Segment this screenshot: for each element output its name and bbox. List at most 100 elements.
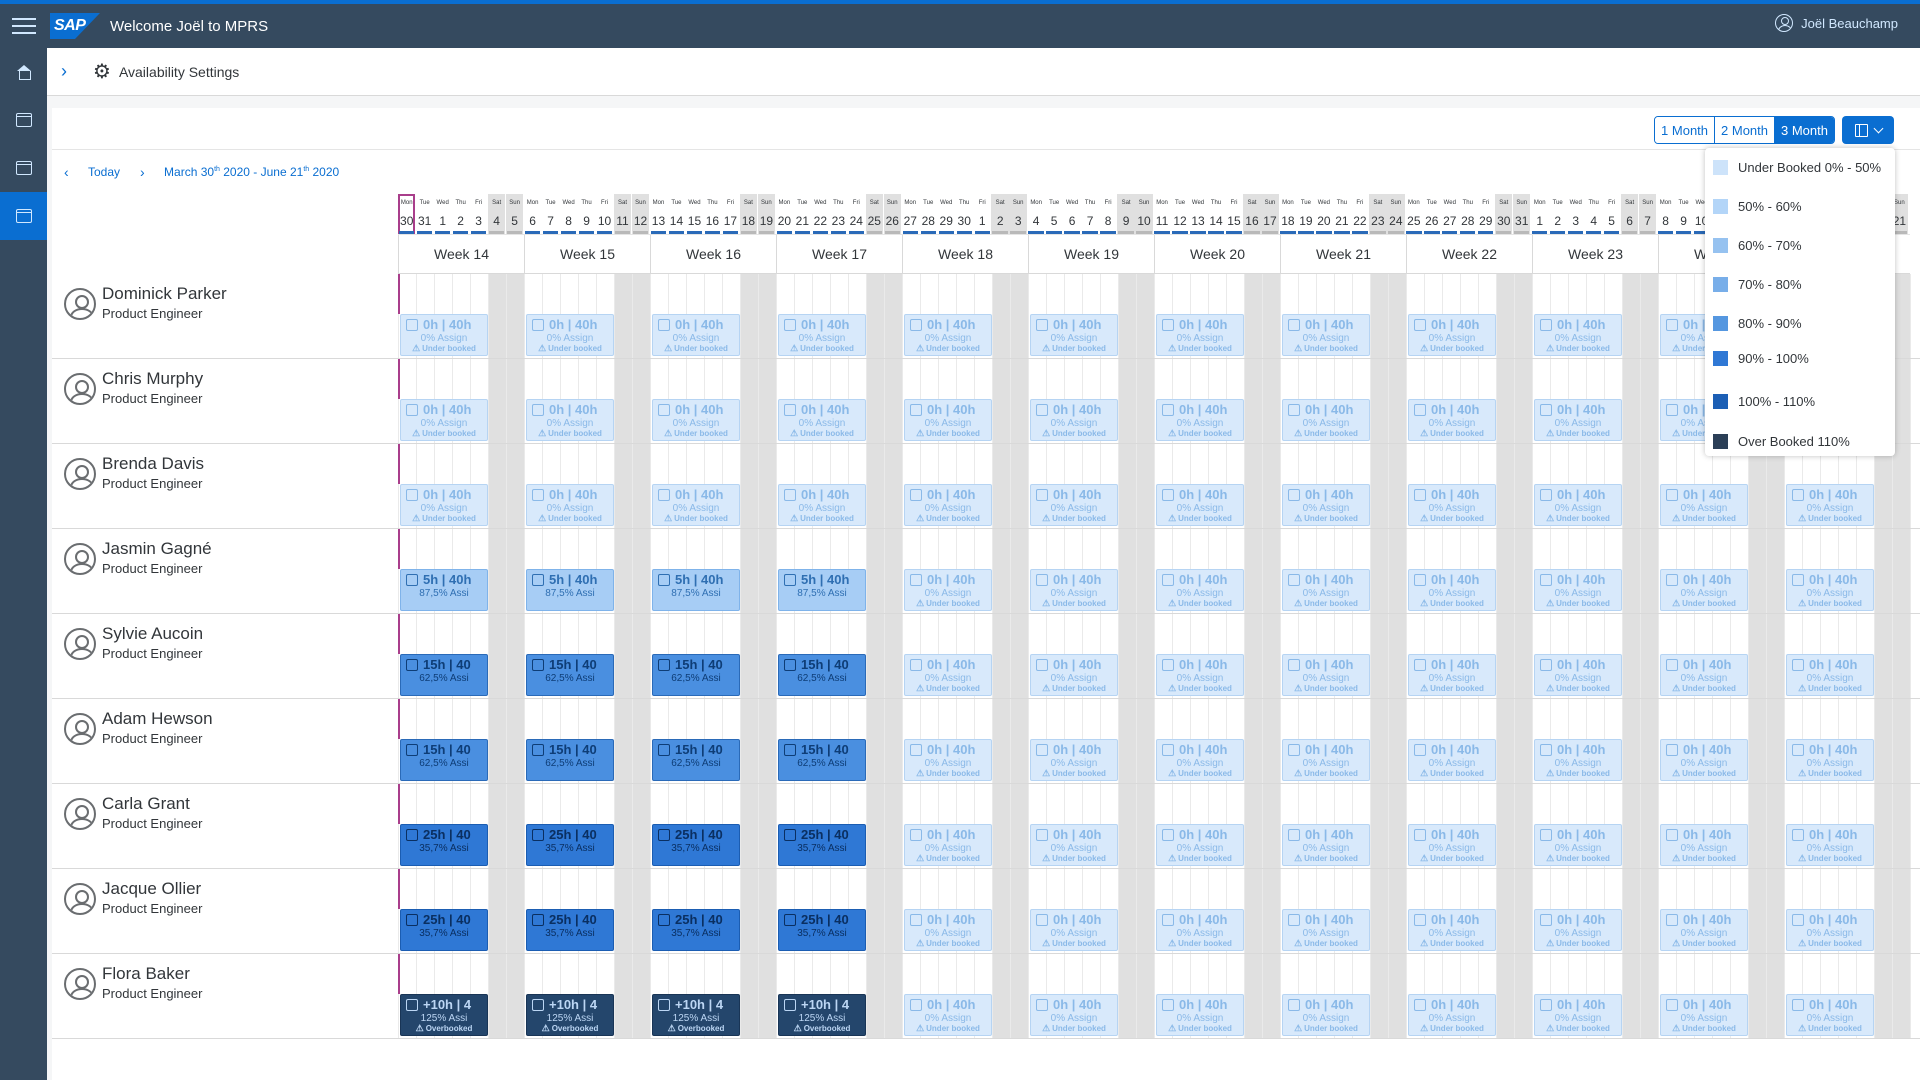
- booking-block[interactable]: 0h | 40h0% Assign⚠Under booked: [1786, 824, 1874, 866]
- day-cell[interactable]: [1136, 359, 1154, 443]
- day-cell[interactable]: [1010, 614, 1028, 698]
- booking-block[interactable]: 25h | 40 35,7% Assi: [526, 909, 614, 951]
- booking-block[interactable]: 0h | 40h0% Assign⚠Under booked: [1786, 569, 1874, 611]
- day-cell[interactable]: [1910, 699, 1920, 783]
- day-cell[interactable]: [1514, 784, 1532, 868]
- booking-block[interactable]: 0h | 40h0% Assign⚠Under booked: [1030, 909, 1118, 951]
- menu-icon[interactable]: [0, 4, 48, 48]
- booking-block[interactable]: 0h | 40h0% Assign⚠Under booked: [1408, 739, 1496, 781]
- nav-home[interactable]: [0, 48, 47, 96]
- nav-tasks[interactable]: [0, 96, 47, 144]
- booking-block[interactable]: 0h | 40h0% Assign⚠Under booked: [1156, 569, 1244, 611]
- view-1-month-button[interactable]: 1 Month: [1655, 117, 1716, 143]
- day-cell[interactable]: [506, 359, 524, 443]
- booking-block[interactable]: 0h | 40h0% Assign⚠Under booked: [904, 994, 992, 1036]
- day-cell[interactable]: [1118, 444, 1136, 528]
- booking-block[interactable]: 0h | 40h0% Assign⚠Under booked: [652, 314, 740, 356]
- day-cell[interactable]: [1136, 699, 1154, 783]
- day-cell[interactable]: [1118, 359, 1136, 443]
- day-cell[interactable]: [1010, 444, 1028, 528]
- booking-block[interactable]: 0h | 40h0% Assign⚠Under booked: [1030, 314, 1118, 356]
- day-cell[interactable]: [1370, 529, 1388, 613]
- day-cell[interactable]: [758, 784, 776, 868]
- day-cell[interactable]: [758, 359, 776, 443]
- booking-block[interactable]: 0h | 40h0% Assign⚠Under booked: [1030, 824, 1118, 866]
- booking-block[interactable]: 15h | 40 62,5% Assi: [400, 654, 488, 696]
- booking-block[interactable]: 0h | 40h0% Assign⚠Under booked: [1408, 994, 1496, 1036]
- day-cell[interactable]: [614, 699, 632, 783]
- day-cell[interactable]: [866, 529, 884, 613]
- day-cell[interactable]: [1640, 954, 1658, 1038]
- day-cell[interactable]: [1370, 784, 1388, 868]
- day-cell[interactable]: [992, 359, 1010, 443]
- day-cell[interactable]: [1118, 869, 1136, 953]
- day-cell[interactable]: [488, 784, 506, 868]
- booking-block[interactable]: 0h | 40h0% Assign⚠Under booked: [652, 484, 740, 526]
- booking-block[interactable]: 0h | 40h0% Assign⚠Under booked: [1786, 739, 1874, 781]
- day-cell[interactable]: [1496, 444, 1514, 528]
- booking-block[interactable]: 0h | 40h0% Assign⚠Under booked: [904, 569, 992, 611]
- day-cell[interactable]: [1262, 529, 1280, 613]
- resource-name[interactable]: Chris Murphy: [102, 369, 203, 389]
- booking-block[interactable]: 0h | 40h0% Assign⚠Under booked: [1408, 569, 1496, 611]
- booking-block[interactable]: 25h | 40 35,7% Assi: [778, 824, 866, 866]
- booking-block[interactable]: 0h | 40h0% Assign⚠Under booked: [1030, 994, 1118, 1036]
- booking-block[interactable]: 0h | 40h0% Assign⚠Under booked: [1156, 654, 1244, 696]
- booking-block[interactable]: 0h | 40h0% Assign⚠Under booked: [1282, 484, 1370, 526]
- booking-block[interactable]: 0h | 40h0% Assign⚠Under booked: [1030, 399, 1118, 441]
- day-cell[interactable]: [1496, 614, 1514, 698]
- day-cell[interactable]: [1748, 699, 1766, 783]
- day-cell[interactable]: [1910, 529, 1920, 613]
- booking-block[interactable]: 0h | 40h0% Assign⚠Under booked: [1786, 484, 1874, 526]
- day-cell[interactable]: [866, 784, 884, 868]
- day-cell[interactable]: [1010, 699, 1028, 783]
- booking-block[interactable]: 0h | 40h0% Assign⚠Under booked: [1282, 994, 1370, 1036]
- day-cell[interactable]: [1910, 614, 1920, 698]
- booking-block[interactable]: 0h | 40h0% Assign⚠Under booked: [1030, 569, 1118, 611]
- day-cell[interactable]: [992, 784, 1010, 868]
- booking-block[interactable]: +10h | 4 125% Assi ⚠ Overbooked: [652, 994, 740, 1036]
- day-cell[interactable]: [1370, 444, 1388, 528]
- day-cell[interactable]: [758, 274, 776, 358]
- day-cell[interactable]: [1640, 869, 1658, 953]
- day-cell[interactable]: [632, 954, 650, 1038]
- booking-block[interactable]: 25h | 40 35,7% Assi: [400, 909, 488, 951]
- booking-block[interactable]: 0h | 40h0% Assign⚠Under booked: [1660, 824, 1748, 866]
- resource-name[interactable]: Dominick Parker: [102, 284, 227, 304]
- booking-block[interactable]: 0h | 40h0% Assign⚠Under booked: [1408, 314, 1496, 356]
- day-cell[interactable]: [1874, 784, 1892, 868]
- legend-toggle-button[interactable]: [1842, 116, 1894, 144]
- day-cell[interactable]: [1514, 954, 1532, 1038]
- nav-availability[interactable]: [0, 192, 47, 240]
- day-cell[interactable]: [1496, 274, 1514, 358]
- view-3-month-button[interactable]: 3 Month: [1775, 117, 1834, 143]
- day-cell[interactable]: [1262, 359, 1280, 443]
- booking-block[interactable]: 15h | 40 62,5% Assi: [400, 739, 488, 781]
- day-cell[interactable]: [1262, 699, 1280, 783]
- day-cell[interactable]: [614, 529, 632, 613]
- resource-name[interactable]: Adam Hewson: [102, 709, 213, 729]
- day-cell[interactable]: [1622, 784, 1640, 868]
- day-cell[interactable]: [1910, 444, 1920, 528]
- day-cell[interactable]: [1622, 274, 1640, 358]
- day-cell[interactable]: [1370, 954, 1388, 1038]
- day-cell[interactable]: [1514, 529, 1532, 613]
- day-cell[interactable]: [1910, 784, 1920, 868]
- day-cell[interactable]: [740, 699, 758, 783]
- day-cell[interactable]: [1766, 529, 1784, 613]
- day-cell[interactable]: [884, 529, 902, 613]
- day-cell[interactable]: [1748, 784, 1766, 868]
- booking-block[interactable]: 0h | 40h0% Assign⚠Under booked: [1534, 484, 1622, 526]
- day-cell[interactable]: [1118, 529, 1136, 613]
- day-cell[interactable]: [1514, 359, 1532, 443]
- day-cell[interactable]: [1388, 274, 1406, 358]
- day-cell[interactable]: [506, 954, 524, 1038]
- day-cell[interactable]: [1244, 869, 1262, 953]
- booking-block[interactable]: 25h | 40 35,7% Assi: [400, 824, 488, 866]
- day-cell[interactable]: [1370, 359, 1388, 443]
- booking-block[interactable]: 0h | 40h0% Assign⚠Under booked: [904, 484, 992, 526]
- booking-block[interactable]: 0h | 40h0% Assign⚠Under booked: [1534, 824, 1622, 866]
- booking-block[interactable]: 0h | 40h0% Assign⚠Under booked: [400, 314, 488, 356]
- day-cell[interactable]: [1640, 359, 1658, 443]
- day-cell[interactable]: [1622, 614, 1640, 698]
